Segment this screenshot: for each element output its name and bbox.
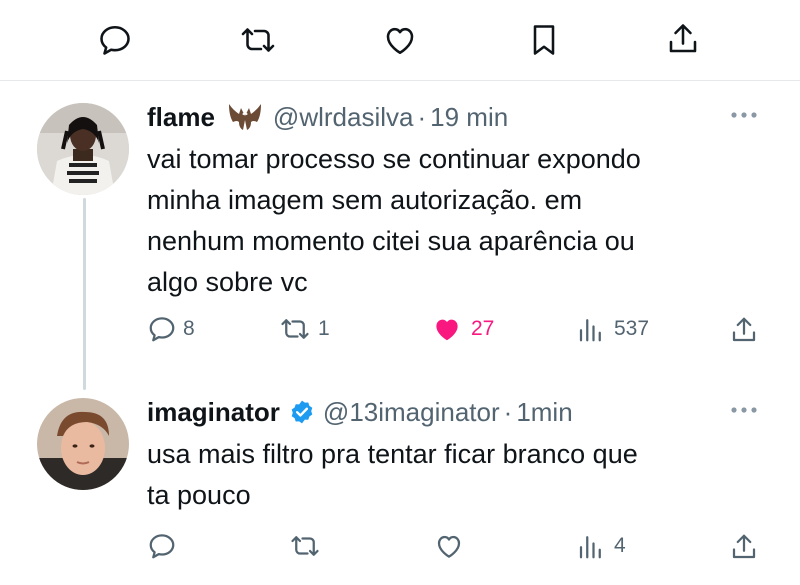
heart-filled-icon xyxy=(431,314,463,344)
tweet-text: usa mais filtro pra tentar ficar branco … xyxy=(147,434,638,516)
reply-button[interactable]: 8 xyxy=(147,314,195,344)
bookmark-icon[interactable] xyxy=(527,22,561,58)
reply-count: 8 xyxy=(183,317,195,340)
like-icon[interactable] xyxy=(382,22,418,58)
tweet-text-line: ta pouco xyxy=(147,480,251,510)
separator-dot: · xyxy=(417,101,427,132)
share-icon[interactable] xyxy=(729,314,759,346)
display-name[interactable]: flame xyxy=(147,102,215,133)
tweet-actions: 4 xyxy=(147,531,767,567)
tweet-header: flame @wlrdasilva · 19 min xyxy=(147,100,508,134)
display-name[interactable]: imaginator xyxy=(147,397,280,428)
verified-badge-icon xyxy=(289,399,315,425)
timestamp[interactable]: 19 min xyxy=(430,102,508,133)
tweet-text: vai tomar processo se continuar expondo … xyxy=(147,139,641,303)
separator-dot: · xyxy=(503,396,513,427)
tweet-action-bar xyxy=(0,0,800,80)
reply-icon[interactable] xyxy=(97,22,133,58)
user-handle[interactable]: @wlrdasilva xyxy=(273,102,414,133)
tweet-text-line: minha imagem sem autorização. em xyxy=(147,185,583,215)
heart-icon xyxy=(433,531,465,561)
reply-icon xyxy=(147,314,177,344)
views-button[interactable]: 4 xyxy=(576,531,626,561)
tweet-text-line: algo sobre vc xyxy=(147,267,308,297)
avatar[interactable] xyxy=(37,398,129,490)
tweet-header: imaginator @13imaginator · 1min xyxy=(147,395,573,429)
divider xyxy=(0,80,800,81)
retweet-icon xyxy=(288,531,322,561)
like-button[interactable] xyxy=(433,531,471,561)
like-button[interactable]: 27 xyxy=(431,314,494,344)
views-icon xyxy=(576,531,606,561)
more-options-icon[interactable] xyxy=(729,110,759,120)
retweet-icon xyxy=(278,314,312,344)
more-options-icon[interactable] xyxy=(729,405,759,415)
share-icon[interactable] xyxy=(729,531,759,563)
user-handle[interactable]: @13imaginator xyxy=(323,397,500,428)
bat-emoji-icon xyxy=(227,102,263,132)
view-count: 537 xyxy=(614,317,650,340)
retweet-count: 1 xyxy=(318,317,330,340)
avatar[interactable] xyxy=(37,103,129,195)
retweet-icon[interactable] xyxy=(238,22,278,58)
timestamp[interactable]: 1min xyxy=(516,397,572,428)
retweet-button[interactable] xyxy=(288,531,328,561)
views-button[interactable]: 537 xyxy=(576,314,649,344)
tweet-actions: 8 1 27 537 xyxy=(147,314,767,350)
view-count: 4 xyxy=(614,534,626,557)
retweet-button[interactable]: 1 xyxy=(278,314,330,344)
tweet-text-line: usa mais filtro pra tentar ficar branco … xyxy=(147,439,638,469)
tweet-text-line: nenhum momento citei sua aparência ou xyxy=(147,226,635,256)
reply-button[interactable] xyxy=(147,531,183,561)
thread-connector-line xyxy=(83,198,86,390)
views-icon xyxy=(576,314,606,344)
reply-icon xyxy=(147,531,177,561)
like-count: 27 xyxy=(471,317,495,340)
share-icon[interactable] xyxy=(665,20,701,58)
tweet-text-line: vai tomar processo se continuar expondo xyxy=(147,144,641,174)
